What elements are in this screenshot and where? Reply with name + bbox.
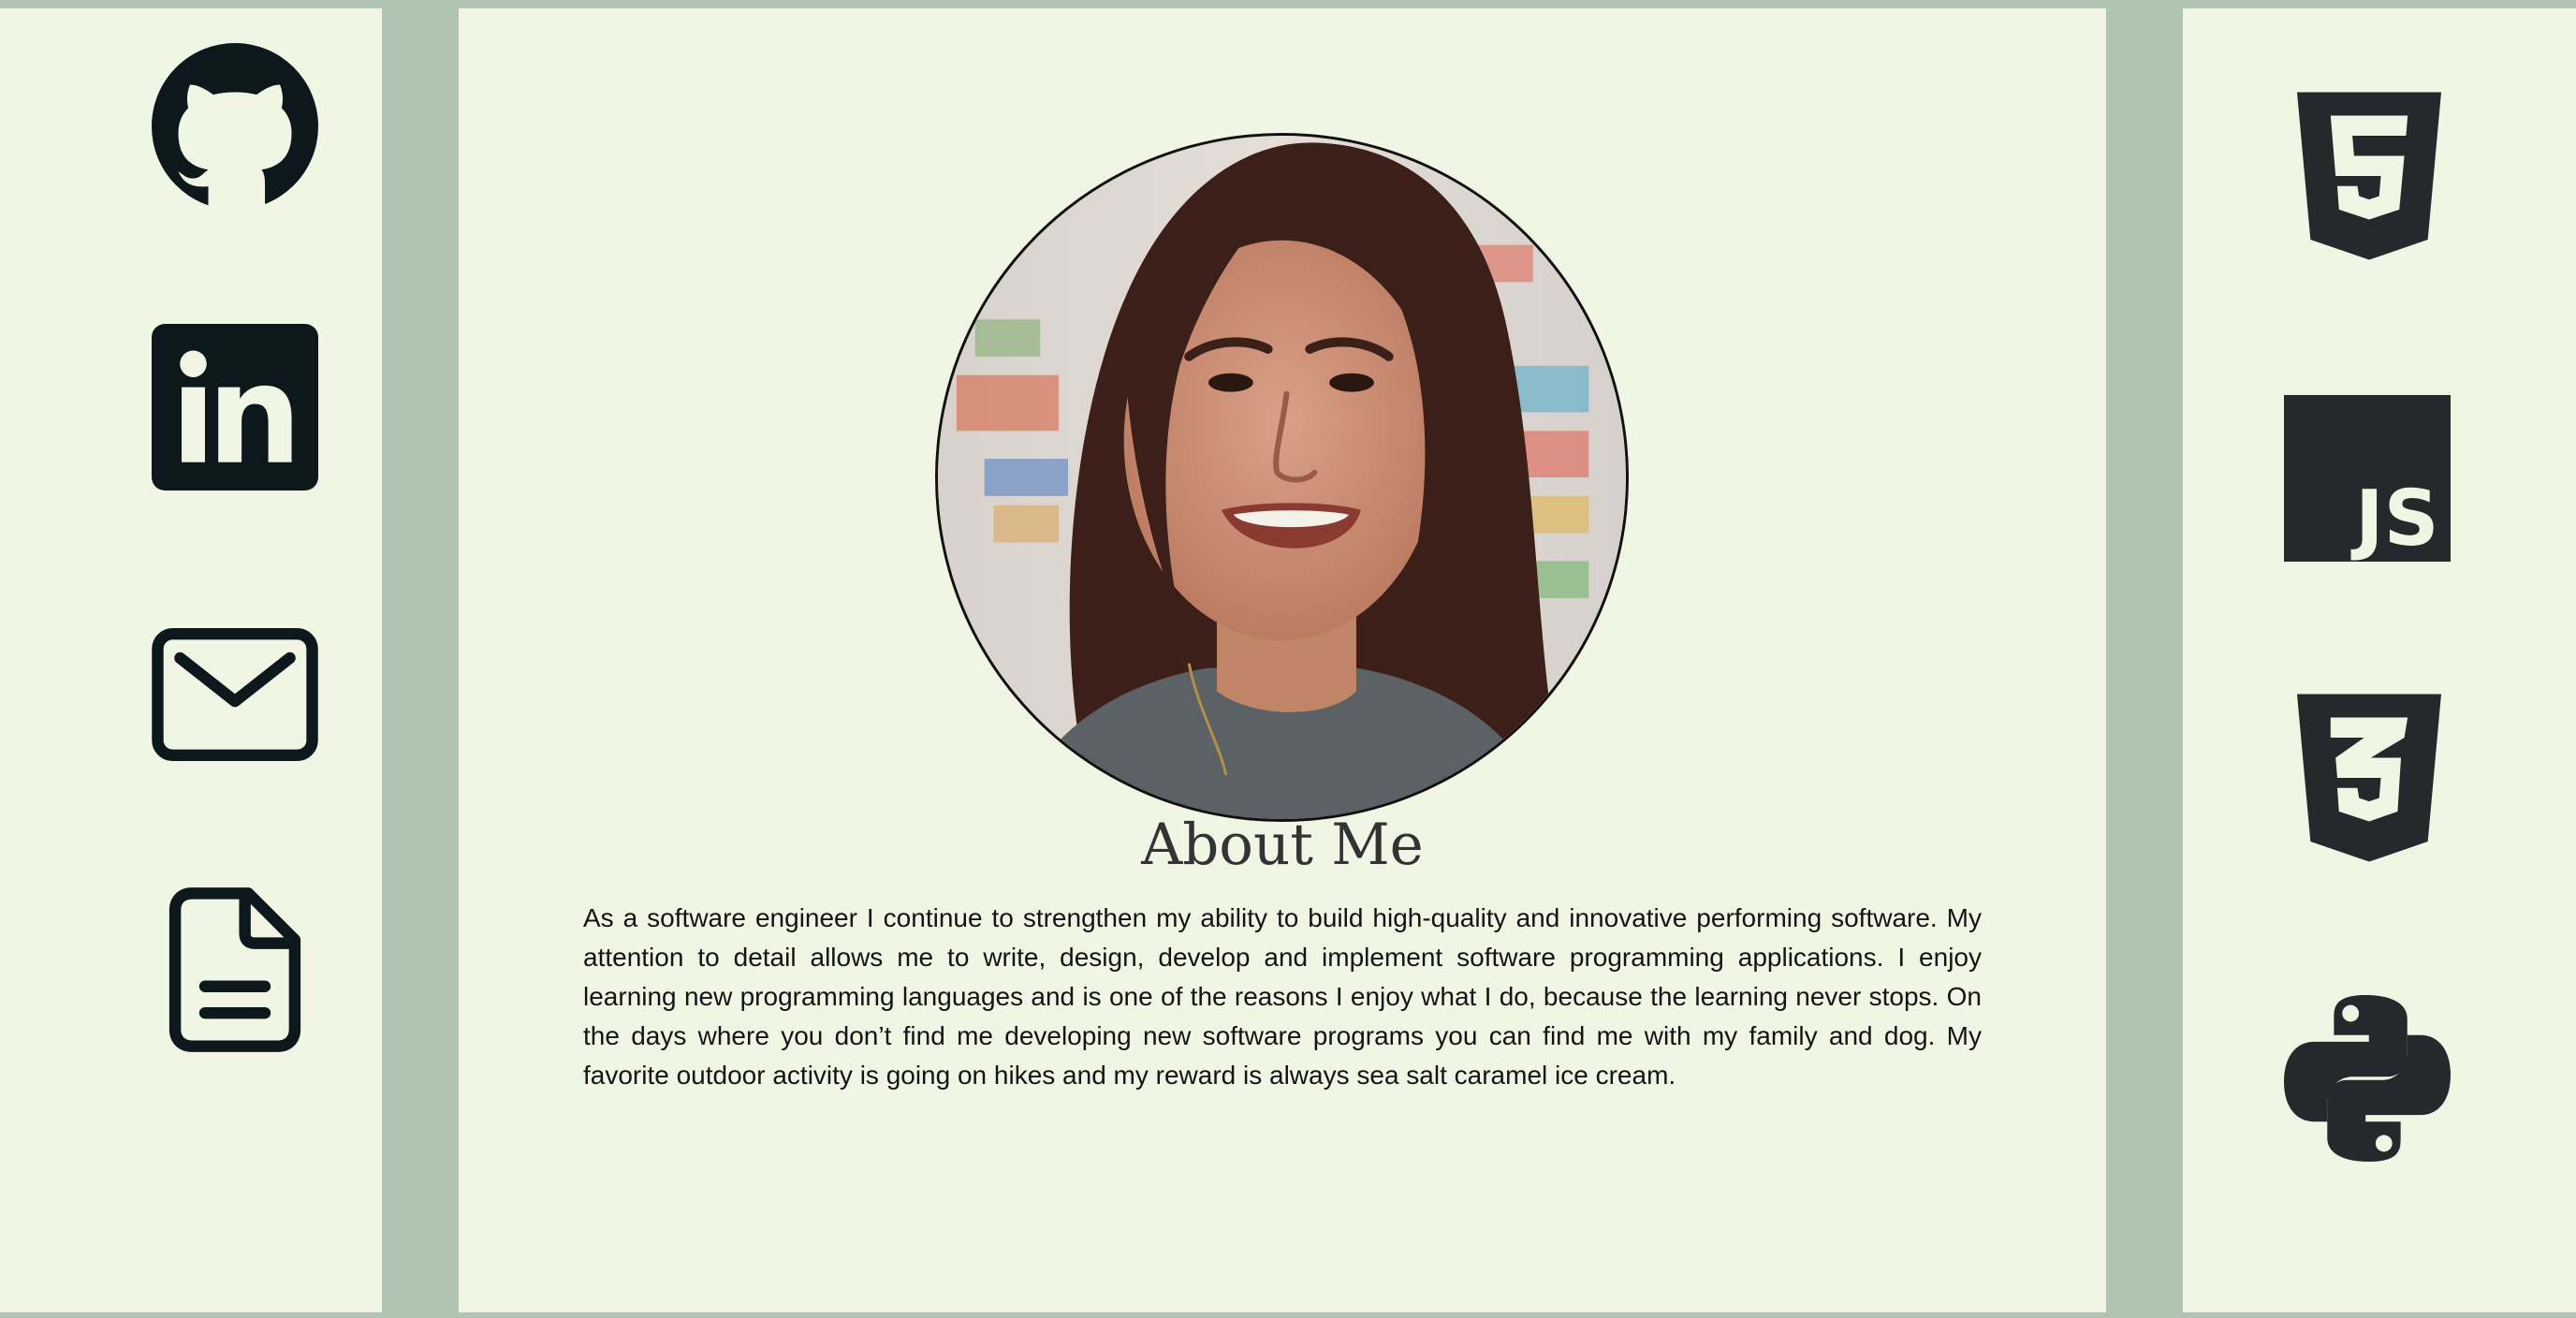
mail-icon — [152, 628, 318, 761]
linkedin-icon — [152, 324, 318, 491]
javascript-icon: JS — [2284, 395, 2451, 562]
linkedin-link[interactable] — [152, 324, 318, 491]
tech-stack-panel: JS — [2183, 8, 2576, 1312]
document-icon — [168, 887, 301, 1052]
social-links-panel — [0, 8, 382, 1312]
html5-icon — [2297, 92, 2441, 260]
github-icon — [152, 43, 318, 210]
resume-link[interactable] — [168, 886, 301, 1054]
about-panel: About Me As a software engineer I contin… — [459, 8, 2106, 1312]
css3-icon — [2297, 694, 2441, 862]
github-link[interactable] — [152, 43, 318, 210]
email-link[interactable] — [152, 628, 318, 761]
about-paragraph: As a software engineer I continue to str… — [583, 903, 1982, 1090]
python-icon — [2284, 994, 2451, 1163]
js-label: JS — [2350, 475, 2438, 562]
about-title: About Me — [1141, 812, 1424, 878]
profile-photo — [935, 133, 1629, 822]
